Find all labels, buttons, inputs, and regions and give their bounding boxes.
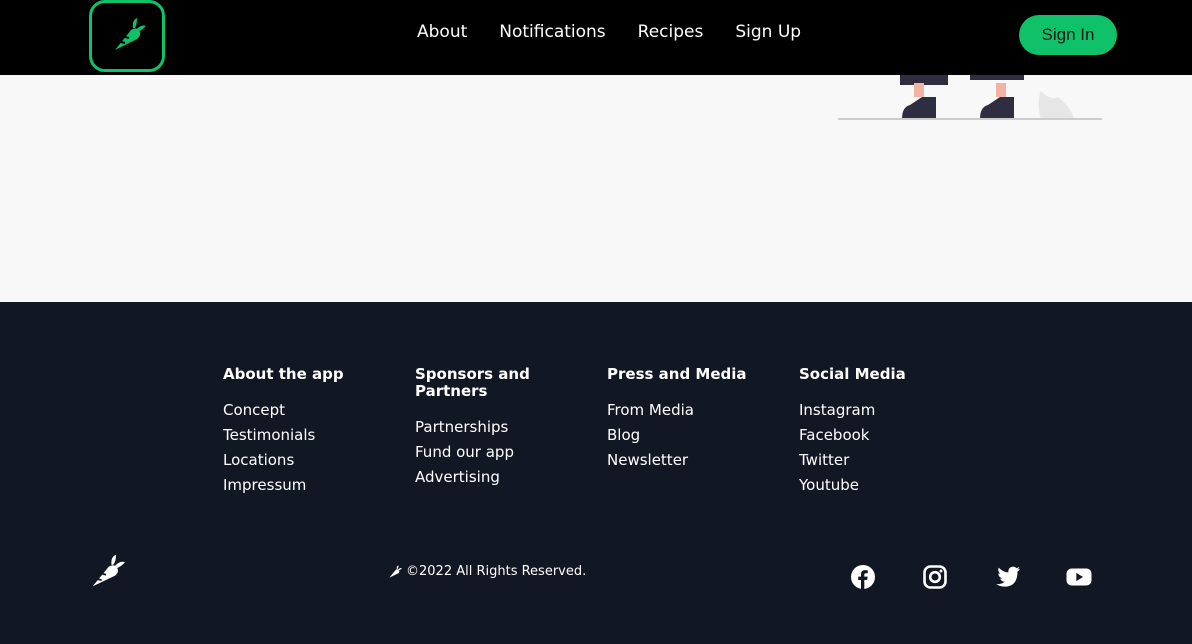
nav-sign-up[interactable]: Sign Up (735, 22, 801, 42)
footer-link-fund[interactable]: Fund our app (415, 440, 585, 465)
footer-column-title: Social Media (799, 365, 906, 383)
footer-link-concept[interactable]: Concept (223, 398, 393, 423)
carrot-icon[interactable] (89, 554, 125, 590)
footer-link-instagram[interactable]: Instagram (799, 398, 969, 423)
facebook-icon[interactable] (850, 564, 876, 590)
footer-link-impressum[interactable]: Impressum (223, 473, 393, 498)
sign-in-button[interactable]: Sign In (1019, 15, 1117, 55)
footer-link-twitter[interactable]: Twitter (799, 448, 969, 473)
footer-column-title: About the app (223, 365, 344, 383)
footer-column-title: Sponsors and Partners (415, 365, 530, 400)
footer-link-locations[interactable]: Locations (223, 448, 393, 473)
footer-link-newsletter[interactable]: Newsletter (607, 448, 777, 473)
logo[interactable] (89, 0, 165, 72)
youtube-icon[interactable] (1066, 564, 1092, 590)
footer-link-from-media[interactable]: From Media (607, 398, 777, 423)
footer-column-title: Press and Media (607, 365, 747, 383)
footer-link-testimonials[interactable]: Testimonials (223, 423, 393, 448)
copyright-text: ©2022 All Rights Reserved. (406, 564, 587, 579)
twitter-icon[interactable] (994, 564, 1020, 590)
nav-links: About Notifications Recipes Sign Up (417, 22, 833, 42)
nav-about[interactable]: About (417, 22, 467, 42)
carrot-icon (115, 18, 146, 50)
footer: About the app Concept Testimonials Locat… (0, 302, 1192, 644)
footer-column-social: Social Media Instagram Facebook Twitter … (799, 366, 969, 498)
hero-section (0, 75, 1192, 302)
people-illustration (838, 75, 1102, 120)
instagram-icon[interactable] (922, 564, 948, 590)
footer-column-sponsors: Sponsors and Partners Partnerships Fund … (415, 366, 585, 490)
footer-link-facebook[interactable]: Facebook (799, 423, 969, 448)
social-icons (850, 564, 1092, 590)
nav-notifications[interactable]: Notifications (499, 22, 605, 42)
footer-link-partnerships[interactable]: Partnerships (415, 415, 585, 440)
carrot-icon (389, 564, 402, 578)
footer-link-blog[interactable]: Blog (607, 423, 777, 448)
footer-column-press: Press and Media From Media Blog Newslett… (607, 366, 777, 473)
nav-recipes[interactable]: Recipes (638, 22, 704, 42)
footer-link-advertising[interactable]: Advertising (415, 465, 585, 490)
footer-link-youtube[interactable]: Youtube (799, 473, 969, 498)
footer-column-about: About the app Concept Testimonials Locat… (223, 366, 393, 498)
copyright: ©2022 All Rights Reserved. (388, 564, 586, 579)
navbar: About Notifications Recipes Sign Up Sign… (0, 0, 1192, 75)
